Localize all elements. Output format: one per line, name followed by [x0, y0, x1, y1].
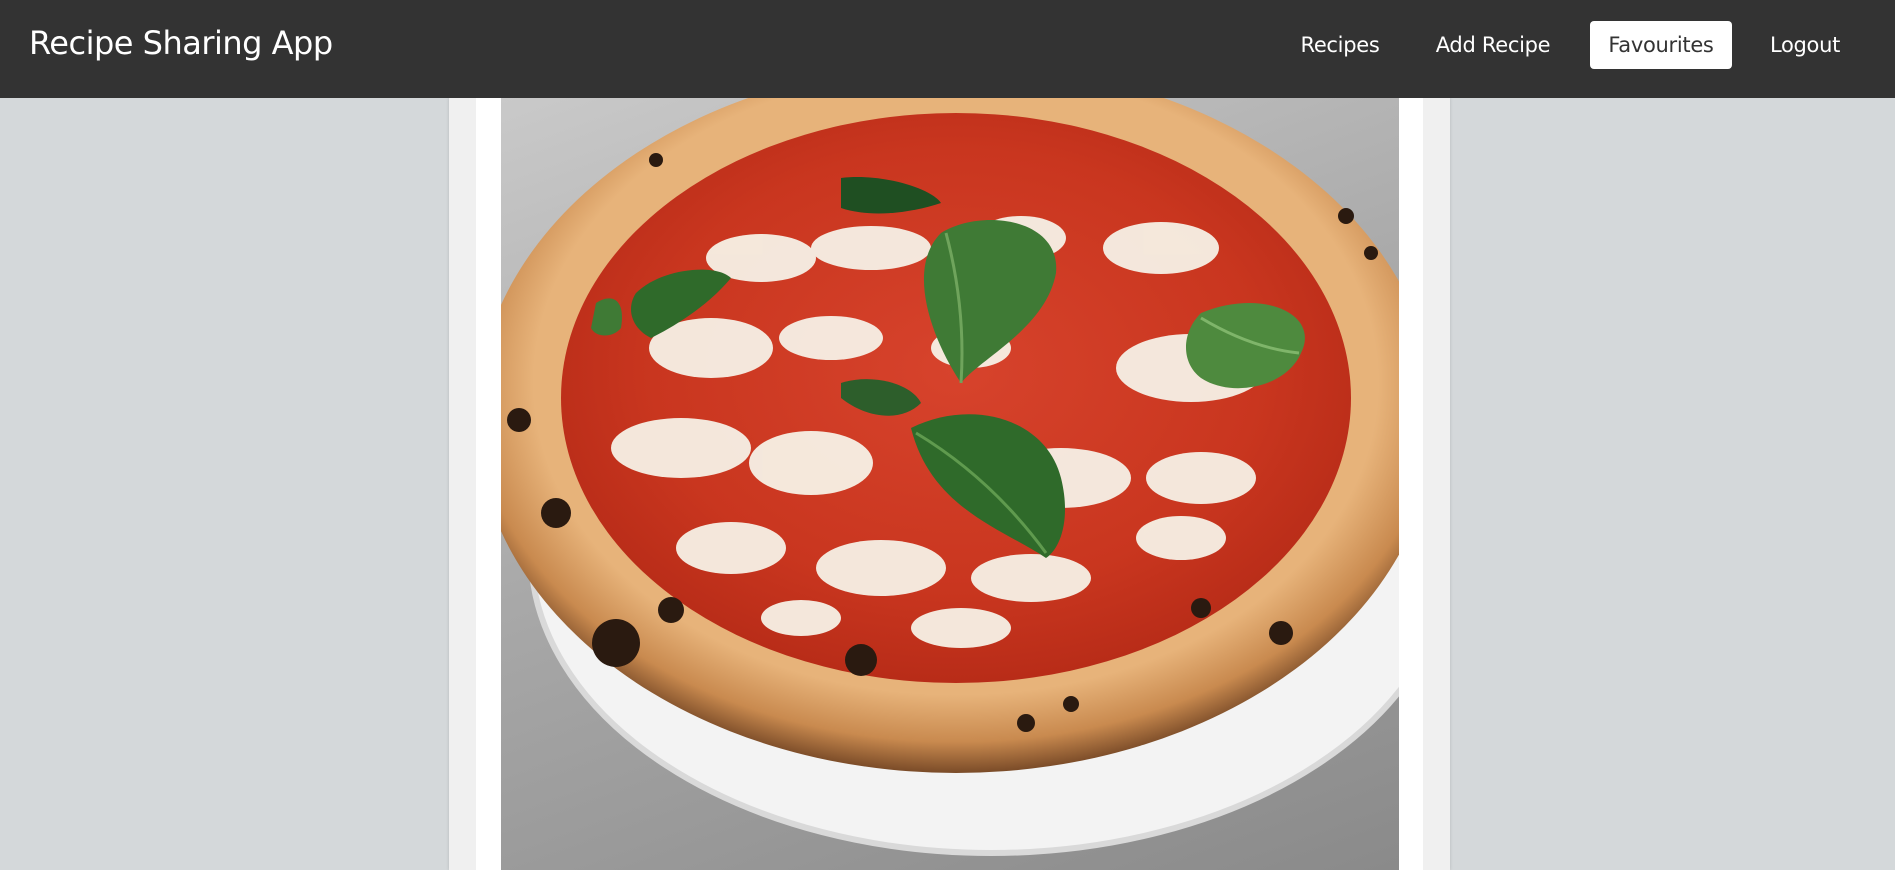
nav-favourites-link[interactable]: Favourites: [1590, 21, 1732, 69]
page-content: [0, 98, 1895, 870]
nav-logout-link[interactable]: Logout: [1757, 21, 1853, 69]
pizza-illustration: [501, 98, 1399, 856]
pizza-sauce: [561, 113, 1351, 683]
nav-add-recipe-link[interactable]: Add Recipe: [1422, 21, 1564, 69]
navbar: Recipe Sharing App Recipes Add Recipe Fa…: [0, 0, 1895, 98]
recipe-image: [501, 98, 1399, 870]
app-title[interactable]: Recipe Sharing App: [29, 24, 333, 62]
nav-recipes-link[interactable]: Recipes: [1284, 21, 1396, 69]
